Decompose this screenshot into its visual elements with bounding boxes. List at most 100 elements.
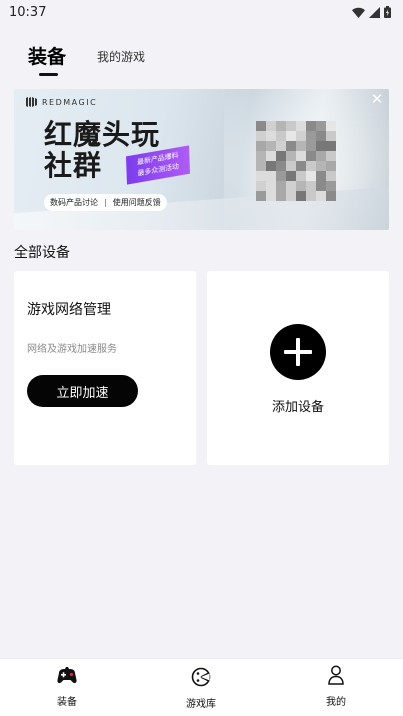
nav-item-mine[interactable]: 我的 bbox=[291, 659, 381, 716]
qr-pixel bbox=[286, 141, 296, 151]
qr-pixel bbox=[276, 171, 286, 181]
tab-equipment[interactable]: 装备 bbox=[28, 42, 66, 69]
qr-pixel bbox=[286, 161, 296, 171]
qr-pixel bbox=[326, 121, 336, 131]
redmagic-logo: REDMAGIC bbox=[26, 97, 97, 107]
qr-pixel bbox=[296, 121, 306, 131]
qr-pixel bbox=[296, 191, 306, 201]
qr-pixel bbox=[276, 121, 286, 131]
tab-active-indicator bbox=[39, 73, 58, 76]
nav-label-game-library: 游戏库 bbox=[186, 699, 216, 710]
redmagic-logo-text: REDMAGIC bbox=[42, 97, 98, 107]
qr-pixel bbox=[316, 171, 326, 181]
qr-pixel bbox=[326, 141, 336, 151]
game-network-subtitle: 网络及游戏加速服务 bbox=[27, 344, 117, 355]
qr-pixel bbox=[256, 151, 266, 161]
banner-tag-separator: | bbox=[104, 198, 107, 207]
qr-pixel bbox=[306, 151, 316, 161]
qr-pixel bbox=[266, 121, 276, 131]
qr-pixel bbox=[306, 171, 316, 181]
signal-icon bbox=[369, 6, 380, 18]
nav-item-equipment[interactable]: 装备 bbox=[22, 659, 112, 716]
qr-pixel bbox=[306, 161, 316, 171]
accelerate-button[interactable]: 立即加速 bbox=[27, 375, 138, 407]
battery-icon bbox=[384, 6, 391, 18]
qr-pixel bbox=[286, 121, 296, 131]
bottom-navigation: 装备 游戏库 我的 bbox=[0, 658, 403, 716]
qr-pixel bbox=[316, 151, 326, 161]
community-banner[interactable]: REDMAGIC ✕ 红魔头玩 社群 最新产品爆料 最多众测活动 数码产品讨论 … bbox=[14, 89, 389, 230]
qr-pixel bbox=[276, 131, 286, 141]
game-network-title: 游戏网络管理 bbox=[27, 302, 111, 318]
qr-pixel bbox=[266, 161, 276, 171]
qr-pixel bbox=[256, 181, 266, 191]
qr-pixel bbox=[296, 151, 306, 161]
tab-my-games[interactable]: 我的游戏 bbox=[97, 48, 145, 65]
qr-pixel bbox=[326, 191, 336, 201]
all-devices-heading: 全部设备 bbox=[14, 245, 70, 261]
qr-pixel bbox=[316, 141, 326, 151]
qr-pixel bbox=[326, 171, 336, 181]
qr-pixel bbox=[306, 121, 316, 131]
qr-pixel bbox=[276, 161, 286, 171]
redmagic-mark-icon bbox=[26, 97, 37, 107]
qr-pixel bbox=[286, 151, 296, 161]
qr-pixel bbox=[256, 131, 266, 141]
qr-pixel bbox=[326, 181, 336, 191]
game-network-card[interactable]: 游戏网络管理 网络及游戏加速服务 立即加速 bbox=[14, 271, 196, 465]
qr-pixel bbox=[256, 191, 266, 201]
user-profile-icon bbox=[328, 665, 344, 685]
banner-tag-discussion: 数码产品讨论 bbox=[50, 198, 98, 207]
qr-pixel bbox=[256, 161, 266, 171]
nav-item-game-library[interactable]: 游戏库 bbox=[156, 659, 246, 716]
qr-pixel bbox=[306, 141, 316, 151]
qr-pixel bbox=[286, 131, 296, 141]
qr-pixel bbox=[276, 191, 286, 201]
qr-pixel bbox=[306, 181, 316, 191]
qr-pixel bbox=[256, 141, 266, 151]
qr-pixel bbox=[326, 151, 336, 161]
qr-pixel bbox=[286, 191, 296, 201]
qr-pixel bbox=[316, 181, 326, 191]
wifi-icon bbox=[352, 7, 365, 18]
qr-pixel bbox=[266, 151, 276, 161]
qr-pixel bbox=[306, 191, 316, 201]
qr-pixel bbox=[316, 131, 326, 141]
qr-pixel bbox=[296, 161, 306, 171]
qr-code-image bbox=[256, 121, 338, 201]
add-device-label: 添加设备 bbox=[271, 400, 324, 415]
banner-title-line1: 红魔头玩 bbox=[44, 118, 161, 151]
qr-pixel bbox=[266, 131, 276, 141]
qr-pixel bbox=[296, 181, 306, 191]
banner-tags: 数码产品讨论 | 使用问题反馈 bbox=[44, 194, 167, 211]
qr-pixel bbox=[276, 141, 286, 151]
qr-pixel bbox=[266, 141, 276, 151]
qr-pixel bbox=[266, 191, 276, 201]
qr-pixel bbox=[296, 171, 306, 181]
qr-pixel bbox=[326, 161, 336, 171]
status-icons bbox=[352, 6, 391, 18]
qr-pixel bbox=[286, 171, 296, 181]
add-plus-icon[interactable] bbox=[270, 324, 326, 380]
qr-pixel bbox=[326, 131, 336, 141]
banner-close-icon[interactable]: ✕ bbox=[370, 92, 384, 107]
nav-label-mine: 我的 bbox=[326, 697, 346, 708]
qr-pixel bbox=[286, 181, 296, 191]
status-bar: 10:37 bbox=[0, 0, 403, 24]
qr-pixel bbox=[306, 131, 316, 141]
qr-pixel bbox=[256, 171, 266, 181]
top-tabs: 装备 我的游戏 bbox=[0, 40, 403, 80]
qr-pixel bbox=[316, 121, 326, 131]
game-library-icon bbox=[191, 667, 211, 687]
add-device-card[interactable]: 添加设备 bbox=[207, 271, 389, 465]
gamepad-icon bbox=[57, 667, 77, 684]
status-time: 10:37 bbox=[9, 4, 47, 20]
qr-pixel bbox=[276, 151, 286, 161]
qr-pixel bbox=[316, 161, 326, 171]
banner-tag-feedback: 使用问题反馈 bbox=[112, 198, 161, 207]
qr-pixel bbox=[266, 181, 276, 191]
qr-pixel bbox=[276, 181, 286, 191]
qr-pixel bbox=[296, 131, 306, 141]
qr-pixel bbox=[316, 191, 326, 201]
qr-pixel bbox=[296, 141, 306, 151]
